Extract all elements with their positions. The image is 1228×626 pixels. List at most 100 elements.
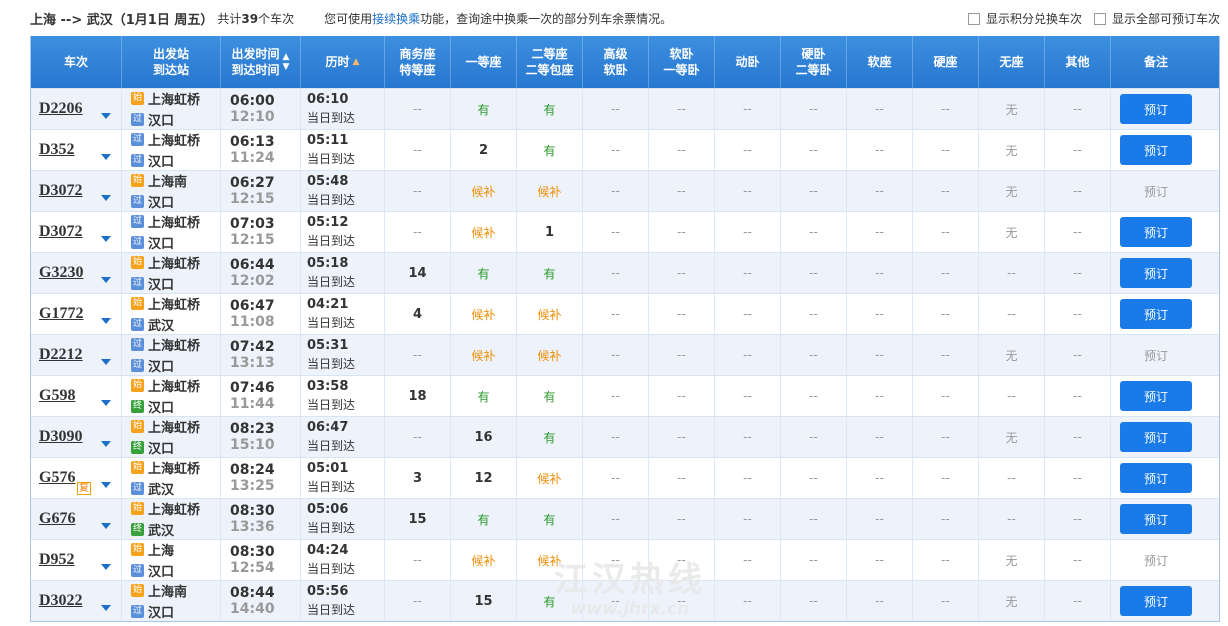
note-cell: 预订 (1111, 581, 1201, 621)
book-button[interactable]: 预订 (1120, 381, 1192, 411)
resume-tag: 复 (77, 482, 91, 495)
checkbox-icon[interactable] (967, 12, 980, 25)
sort-down-icon[interactable]: ▼ (283, 62, 290, 72)
seat-soft-seat: -- (847, 294, 913, 334)
seat-adv-soft-sleeper: -- (583, 294, 649, 334)
chevron-down-icon[interactable] (101, 154, 111, 160)
table-row: G676 始上海虹桥 终武汉 08:30 13:36 05:06 当日到达 15… (31, 498, 1219, 539)
depart-time: 08:30 (230, 503, 275, 519)
book-button[interactable]: 预订 (1120, 422, 1192, 452)
to-station: 汉口 (148, 606, 175, 621)
time-cell: 08:30 13:36 (221, 499, 301, 539)
dest-tag-icon: 终 (131, 400, 144, 413)
train-number-link[interactable]: G676 (39, 510, 75, 528)
book-button[interactable]: 预订 (1120, 586, 1192, 616)
to-station: 武汉 (148, 524, 175, 539)
seat-adv-soft-sleeper: -- (583, 171, 649, 211)
seat-second: 有 (517, 581, 583, 621)
seat-hard-sleeper: -- (781, 540, 847, 580)
book-button[interactable]: 预订 (1120, 135, 1192, 165)
seat-no-seat: -- (979, 376, 1045, 416)
seat-no-seat: -- (979, 253, 1045, 293)
book-button[interactable]: 预订 (1120, 299, 1192, 329)
all-bookable-checkbox[interactable]: 显示全部可预订车次 (1093, 10, 1220, 27)
transfer-link[interactable]: 接续换乘 (372, 12, 420, 26)
from-station: 上海 (148, 544, 175, 559)
seat-no-seat: 无 (979, 540, 1045, 580)
sort-up-icon[interactable]: ▲ (283, 52, 290, 62)
dest-tag-icon: 过 (131, 482, 144, 495)
origin-tag-icon: 过 (131, 133, 144, 146)
duration: 04:21 (307, 297, 349, 312)
train-number-link[interactable]: D2206 (39, 100, 83, 118)
chevron-down-icon[interactable] (101, 523, 111, 529)
book-button[interactable]: 预订 (1120, 463, 1192, 493)
chevron-down-icon[interactable] (101, 400, 111, 406)
chevron-down-icon[interactable] (101, 441, 111, 447)
seat-no-seat: 无 (979, 335, 1045, 375)
points-exchange-checkbox[interactable]: 显示积分兑换车次 (967, 10, 1082, 27)
table-row: G3230 始上海虹桥 过汉口 06:44 12:02 05:18 当日到达 1… (31, 252, 1219, 293)
seat-other: -- (1045, 171, 1111, 211)
seat-no-seat: 无 (979, 417, 1045, 457)
origin-tag-icon: 始 (131, 502, 144, 515)
seat-adv-soft-sleeper: -- (583, 212, 649, 252)
seat-second: 1 (517, 212, 583, 252)
station-cell: 始上海南 过汉口 (122, 581, 221, 621)
train-number-link[interactable]: G1772 (39, 305, 83, 323)
duration-cell: 05:56 当日到达 (301, 581, 385, 621)
seat-second: 有 (517, 253, 583, 293)
chevron-down-icon[interactable] (101, 564, 111, 570)
arrive-time: 11:44 (230, 396, 275, 412)
train-cell: D2212 (31, 335, 122, 375)
seat-soft-seat: -- (847, 417, 913, 457)
checkbox-icon[interactable] (1093, 12, 1106, 25)
train-number-link[interactable]: D2212 (39, 346, 83, 364)
seat-moving-sleeper: -- (715, 581, 781, 621)
train-number-link[interactable]: G3230 (39, 264, 83, 282)
book-button[interactable]: 预订 (1120, 94, 1192, 124)
duration: 05:06 (307, 502, 349, 517)
seat-first: 有 (451, 253, 517, 293)
book-button[interactable]: 预订 (1120, 258, 1192, 288)
train-number-link[interactable]: D3072 (39, 223, 83, 241)
book-button[interactable]: 预订 (1120, 504, 1192, 534)
chevron-down-icon[interactable] (101, 195, 111, 201)
origin-tag-icon: 始 (131, 297, 144, 310)
train-number-link[interactable]: D952 (39, 551, 75, 569)
sort-up-icon[interactable]: ▲ (353, 54, 360, 70)
train-number-link[interactable]: D3072 (39, 182, 83, 200)
dest-tag-icon: 过 (131, 154, 144, 167)
to-station: 汉口 (148, 442, 175, 457)
duration-cell: 05:06 当日到达 (301, 499, 385, 539)
time-cell: 07:03 12:15 (221, 212, 301, 252)
seat-business: -- (385, 417, 451, 457)
seat-second: 有 (517, 376, 583, 416)
seat-business: 14 (385, 253, 451, 293)
seat-first: 候补 (451, 540, 517, 580)
train-number-link[interactable]: D3090 (39, 428, 83, 446)
chevron-down-icon[interactable] (101, 605, 111, 611)
seat-hard-seat: -- (913, 171, 979, 211)
chevron-down-icon[interactable] (101, 236, 111, 242)
chevron-down-icon[interactable] (101, 482, 111, 488)
station-cell: 始上海虹桥 过汉口 (122, 253, 221, 293)
chevron-down-icon[interactable] (101, 277, 111, 283)
arrival-day: 当日到达 (307, 316, 356, 330)
depart-time: 08:44 (230, 585, 275, 601)
chevron-down-icon[interactable] (101, 359, 111, 365)
seat-adv-soft-sleeper: -- (583, 458, 649, 498)
chevron-down-icon[interactable] (101, 318, 111, 324)
chevron-down-icon[interactable] (101, 113, 111, 119)
col-time[interactable]: 出发时间 到达时间 ▲ ▼ (221, 36, 301, 88)
duration: 04:24 (307, 543, 349, 558)
train-number-link[interactable]: D352 (39, 141, 75, 159)
from-station: 上海南 (148, 585, 188, 600)
col-duration[interactable]: 历时 ▲ (301, 36, 385, 88)
train-number-link[interactable]: G598 (39, 387, 75, 405)
train-number-link[interactable]: D3022 (39, 592, 83, 610)
col-second: 二等座 二等包座 (517, 36, 583, 88)
seat-soft-seat: -- (847, 499, 913, 539)
train-number-link[interactable]: G576 (39, 469, 75, 487)
book-button[interactable]: 预订 (1120, 217, 1192, 247)
